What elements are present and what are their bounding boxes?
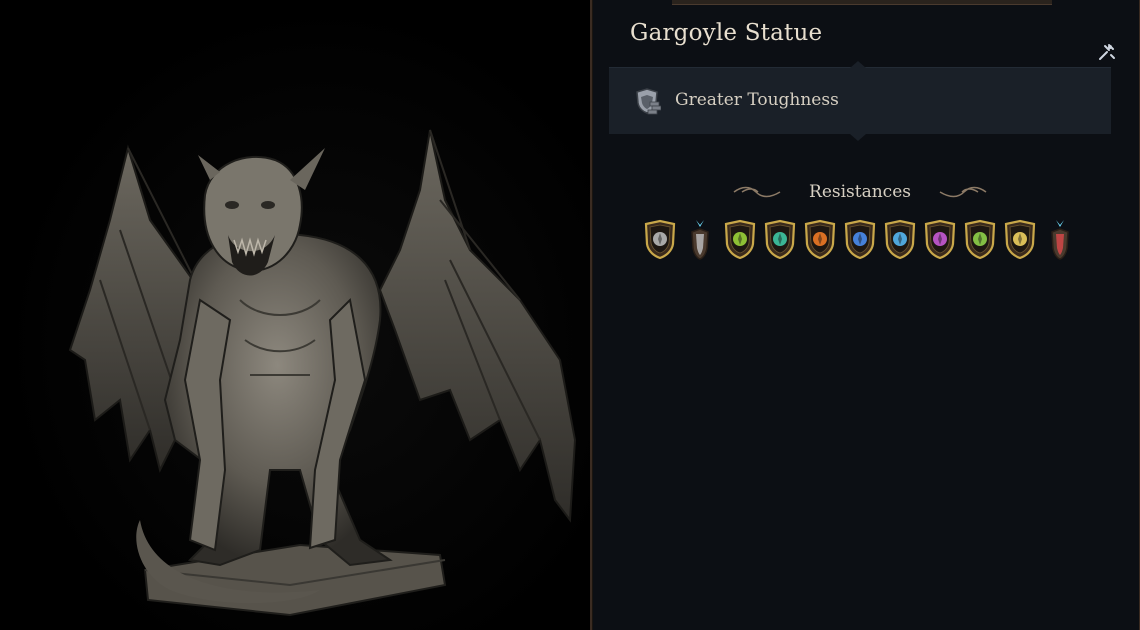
flourish-right-icon — [939, 186, 987, 197]
shield-brick-icon — [636, 88, 661, 115]
character-portrait — [0, 0, 590, 630]
radiant-resist-icon[interactable] — [1002, 218, 1038, 262]
tool-icon[interactable] — [1097, 42, 1117, 62]
cold-resist-icon[interactable] — [882, 218, 918, 262]
acid-resist-icon[interactable] — [722, 218, 758, 262]
force-arrow-icon[interactable] — [1042, 218, 1078, 262]
resistances-title: Resistances — [809, 181, 911, 202]
character-title: Gargoyle Statue — [630, 20, 823, 46]
resistances-header: Resistances — [592, 181, 1128, 205]
passive-feature-row[interactable]: Greater Toughness — [609, 61, 1111, 141]
character-info-panel: Gargoyle Statue Greater Toughness Resist… — [590, 0, 1140, 630]
flourish-left-icon — [733, 186, 781, 197]
gargoyle-statue-image — [68, 129, 577, 617]
panel-top-bar — [672, 0, 1052, 5]
piercing-arrow-icon[interactable] — [682, 218, 718, 262]
slashing-resist-icon[interactable] — [642, 218, 678, 262]
lightning-resist-icon[interactable] — [842, 218, 878, 262]
poison-resist-icon[interactable] — [762, 218, 798, 262]
necrotic-resist-icon[interactable] — [962, 218, 998, 262]
passive-feature-label: Greater Toughness — [675, 90, 839, 110]
psychic-resist-icon[interactable] — [922, 218, 958, 262]
fire-resist-icon[interactable] — [802, 218, 838, 262]
